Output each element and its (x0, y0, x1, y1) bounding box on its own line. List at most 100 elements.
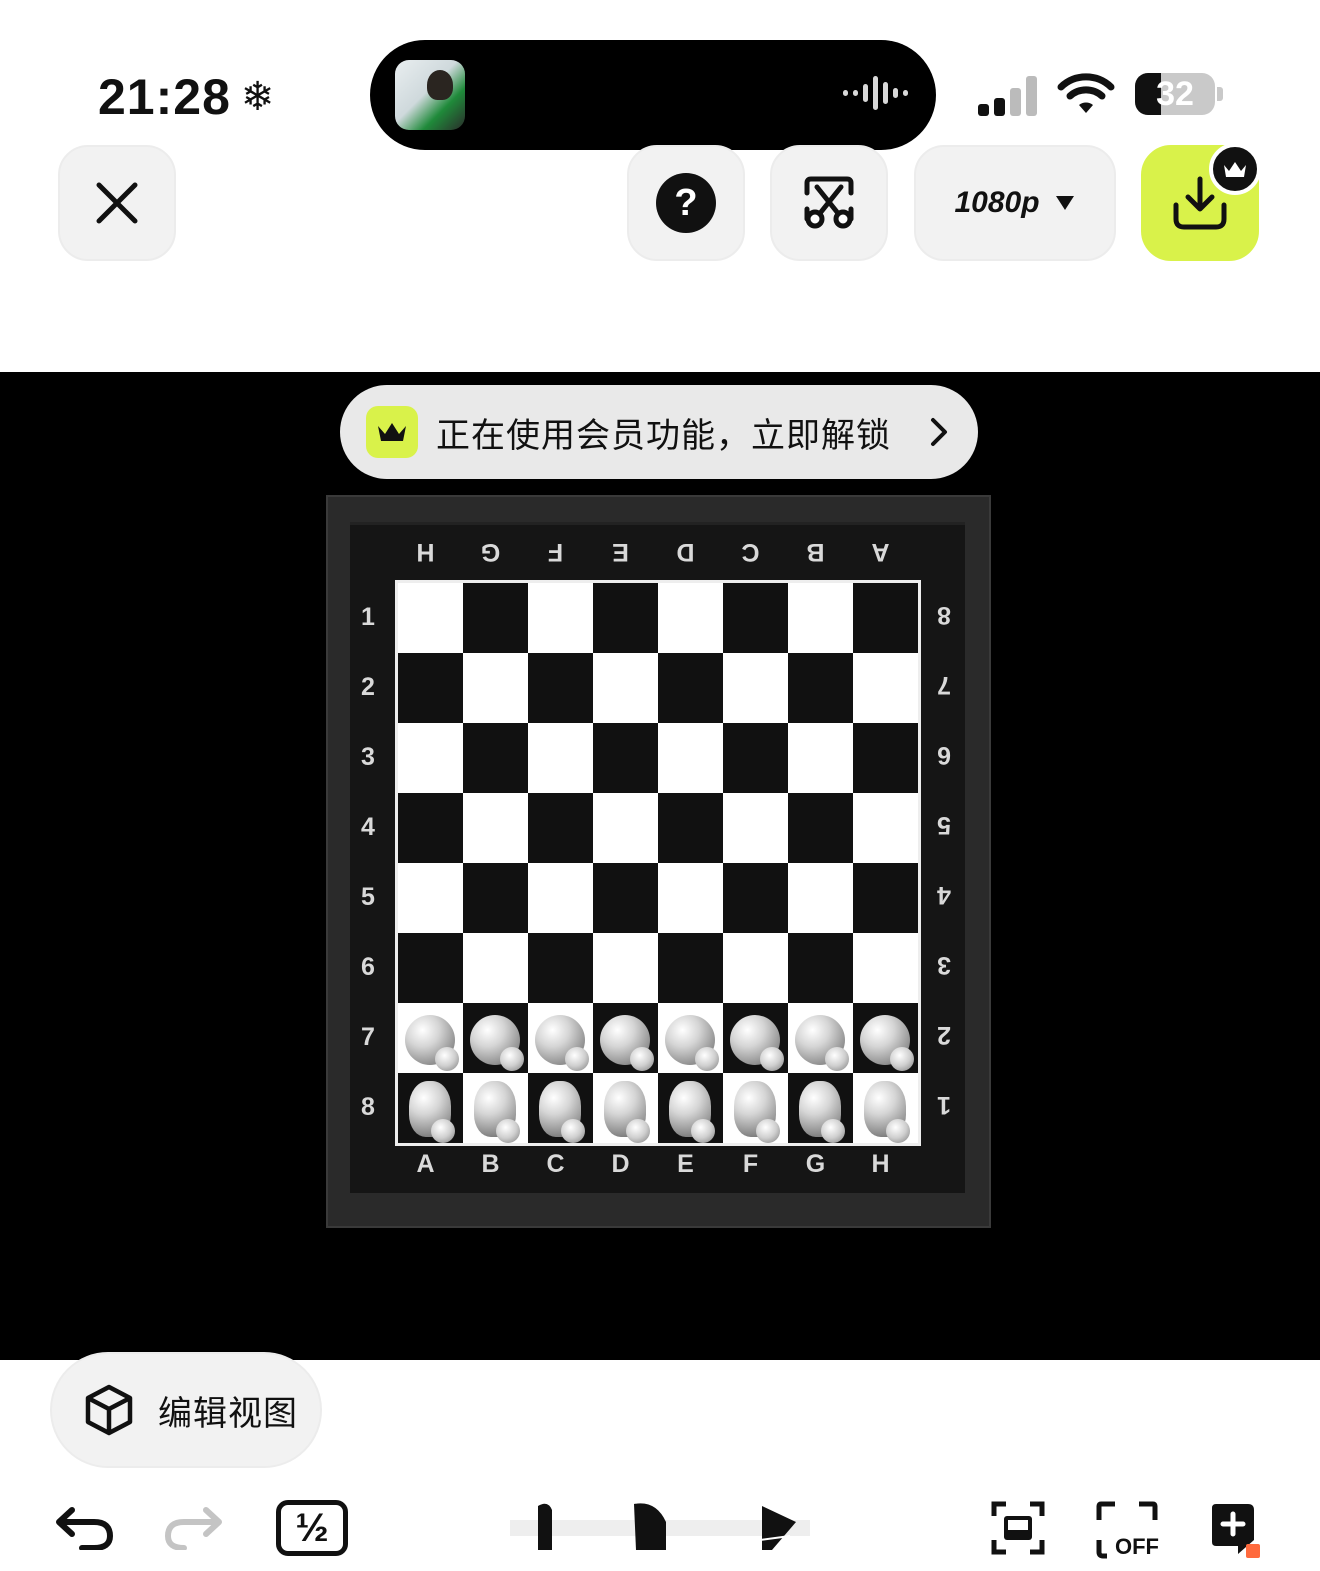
crop-cut-button[interactable] (770, 145, 888, 261)
board-square[interactable] (788, 723, 853, 793)
board-square[interactable] (593, 1073, 658, 1143)
board-square[interactable] (658, 1003, 723, 1073)
board-square[interactable] (788, 1073, 853, 1143)
board-square[interactable] (723, 1073, 788, 1143)
board-square[interactable] (398, 1003, 463, 1073)
frame-off-button[interactable]: OFF (1095, 1500, 1161, 1560)
download-button[interactable] (1141, 143, 1261, 261)
chevron-right-icon (931, 418, 947, 446)
board-square[interactable] (593, 793, 658, 863)
back-rank-piece[interactable] (864, 1081, 910, 1143)
board-square[interactable] (593, 1003, 658, 1073)
speed-half-button[interactable]: ½ (276, 1500, 348, 1556)
help-button[interactable]: ? (627, 145, 745, 261)
board-square[interactable] (593, 863, 658, 933)
board-square[interactable] (853, 933, 918, 1003)
board-square[interactable] (463, 863, 528, 933)
board-square[interactable] (593, 723, 658, 793)
board-square[interactable] (853, 723, 918, 793)
board-square[interactable] (528, 653, 593, 723)
board-square[interactable] (788, 583, 853, 653)
board-square[interactable] (658, 653, 723, 723)
board-square[interactable] (528, 1073, 593, 1143)
board-square[interactable] (528, 723, 593, 793)
board-square[interactable] (723, 793, 788, 863)
board-square[interactable] (398, 793, 463, 863)
vip-unlock-banner[interactable]: 正在使用会员功能，立即解锁 (340, 385, 978, 479)
board-square[interactable] (528, 1003, 593, 1073)
board-square[interactable] (658, 793, 723, 863)
board-square[interactable] (788, 933, 853, 1003)
board-square[interactable] (853, 863, 918, 933)
board-square[interactable] (658, 1073, 723, 1143)
board-square[interactable] (788, 653, 853, 723)
board-square[interactable] (463, 933, 528, 1003)
board-square[interactable] (658, 583, 723, 653)
edit-view-button[interactable]: 编辑视图 (50, 1352, 322, 1468)
pawn-piece[interactable] (405, 1015, 459, 1071)
board-square[interactable] (463, 653, 528, 723)
board-square[interactable] (723, 863, 788, 933)
board-square[interactable] (723, 933, 788, 1003)
board-square[interactable] (658, 723, 723, 793)
back-rank-piece[interactable] (799, 1081, 845, 1143)
back-rank-piece[interactable] (669, 1081, 715, 1143)
board-square[interactable] (593, 933, 658, 1003)
board-square[interactable] (398, 583, 463, 653)
pawn-piece[interactable] (665, 1015, 719, 1071)
board-square[interactable] (853, 793, 918, 863)
board-square[interactable] (593, 653, 658, 723)
now-playing-artwork[interactable] (395, 60, 465, 130)
board-square[interactable] (398, 1073, 463, 1143)
board-square[interactable] (788, 1003, 853, 1073)
timeline-strip[interactable] (510, 1498, 810, 1558)
board-square[interactable] (463, 793, 528, 863)
back-rank-piece[interactable] (734, 1081, 780, 1143)
board-square[interactable] (528, 863, 593, 933)
board-square[interactable] (723, 653, 788, 723)
board-square[interactable] (723, 583, 788, 653)
back-rank-piece[interactable] (604, 1081, 650, 1143)
back-rank-piece[interactable] (474, 1081, 520, 1143)
board-square[interactable] (463, 583, 528, 653)
back-rank-piece[interactable] (539, 1081, 585, 1143)
board-square[interactable] (463, 723, 528, 793)
resolution-dropdown[interactable]: 1080p (914, 145, 1116, 261)
board-square[interactable] (398, 863, 463, 933)
board-square[interactable] (853, 1073, 918, 1143)
board-square[interactable] (853, 653, 918, 723)
pawn-piece[interactable] (860, 1015, 914, 1071)
pawn-piece[interactable] (600, 1015, 654, 1071)
board-square[interactable] (788, 793, 853, 863)
board-square[interactable] (853, 583, 918, 653)
board-square[interactable] (398, 653, 463, 723)
board-square[interactable] (398, 933, 463, 1003)
board-square[interactable] (723, 723, 788, 793)
pawn-piece[interactable] (470, 1015, 524, 1071)
board-square[interactable] (463, 1073, 528, 1143)
back-rank-piece[interactable] (409, 1081, 455, 1143)
board-square[interactable] (398, 723, 463, 793)
rank-label-left: 1 (361, 603, 375, 631)
fit-frame-button[interactable] (990, 1500, 1046, 1556)
board-square[interactable] (593, 583, 658, 653)
dynamic-island[interactable] (370, 40, 936, 150)
file-label-top: B (806, 538, 825, 566)
pawn-piece[interactable] (795, 1015, 849, 1071)
close-button[interactable] (58, 145, 176, 261)
add-overlay-button[interactable] (1208, 1500, 1266, 1560)
chessboard-grid[interactable] (395, 580, 921, 1146)
board-square[interactable] (658, 933, 723, 1003)
board-square[interactable] (853, 1003, 918, 1073)
board-square[interactable] (723, 1003, 788, 1073)
board-square[interactable] (463, 1003, 528, 1073)
undo-button[interactable] (52, 1500, 118, 1556)
board-square[interactable] (528, 933, 593, 1003)
board-square[interactable] (528, 793, 593, 863)
redo-button[interactable] (160, 1500, 226, 1556)
board-square[interactable] (528, 583, 593, 653)
pawn-piece[interactable] (535, 1015, 589, 1071)
board-square[interactable] (788, 863, 853, 933)
pawn-piece[interactable] (730, 1015, 784, 1071)
board-square[interactable] (658, 863, 723, 933)
